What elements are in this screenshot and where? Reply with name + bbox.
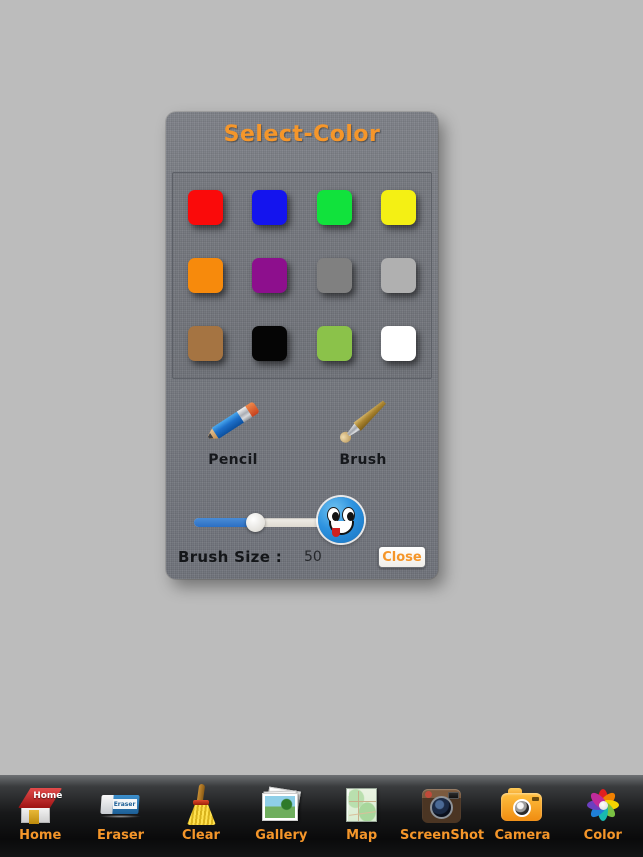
toolbar-item-camera[interactable]: Camera (482, 781, 562, 853)
brush-size-value: 50 (304, 549, 322, 565)
toolbar-item-gallery[interactable]: Gallery (241, 781, 321, 853)
color-swatch-red[interactable] (187, 189, 223, 225)
tool-brush[interactable]: Brush (318, 394, 408, 468)
color-grid-panel (172, 172, 432, 379)
broom-icon (177, 781, 225, 827)
toolbar-label-home: Home (19, 828, 62, 843)
brush-size-row: Brush Size : 50 (178, 546, 398, 568)
select-color-dialog: Select-Color Pencil Brush Brush Size: 5… (166, 112, 438, 579)
toolbar-label-camera: Camera (494, 828, 551, 843)
color-swatch-black[interactable] (252, 326, 288, 362)
toolbar-label-screenshot: ScreenShot (400, 828, 485, 843)
color-swatch-brown[interactable] (187, 326, 223, 362)
eraser-icon: Eraser (97, 781, 145, 827)
toolbar-item-color[interactable]: Color (563, 781, 643, 853)
brush-size-slider[interactable] (194, 513, 329, 532)
close-button-label: Close (382, 549, 422, 565)
toolbar-label-eraser: Eraser (97, 828, 145, 843)
toolbar-label-gallery: Gallery (255, 828, 308, 843)
bottom-toolbar: Home Home Eraser Eraser Clear Gallery Map… (0, 775, 643, 857)
pencil-icon (188, 394, 278, 450)
photo-stack-icon (257, 781, 305, 827)
dialog-title: Select-Color (223, 122, 381, 147)
toolbar-item-clear[interactable]: Clear (161, 781, 241, 853)
toolbar-item-map[interactable]: Map (322, 781, 402, 853)
color-grid (173, 173, 431, 378)
tool-pencil-label: Pencil (208, 452, 258, 468)
toolbar-item-home[interactable]: Home Home (0, 781, 80, 853)
slider-row (194, 510, 409, 536)
color-swatch-light-gray[interactable] (381, 257, 417, 293)
toolbar-item-eraser[interactable]: Eraser Eraser (81, 781, 161, 853)
color-swatch-dark-gray[interactable] (316, 257, 352, 293)
smiley-tongue-icon (332, 528, 340, 537)
color-swatch-white[interactable] (381, 326, 417, 362)
house-icon: Home (16, 781, 64, 827)
close-button[interactable]: Close (378, 546, 426, 568)
tool-brush-label: Brush (339, 452, 387, 468)
toolbar-label-clear: Clear (181, 828, 220, 843)
color-swatch-yellow[interactable] (381, 189, 417, 225)
color-swatch-blue[interactable] (252, 189, 288, 225)
brush-size-label: Brush Size : (178, 548, 283, 566)
tool-pencil[interactable]: Pencil (188, 394, 278, 468)
toolbar-item-screenshot[interactable]: ScreenShot (400, 781, 485, 853)
brush-preview-smiley-icon[interactable] (318, 497, 364, 543)
vintage-camera-icon (418, 781, 466, 827)
color-swatch-green[interactable] (316, 189, 352, 225)
color-swatch-orange[interactable] (187, 257, 223, 293)
camera-icon (498, 781, 546, 827)
toolbar-label-map: Map (346, 828, 378, 843)
color-swatch-olive-green[interactable] (316, 326, 352, 362)
toolbar-label-color: Color (583, 828, 622, 843)
color-swatch-purple[interactable] (252, 257, 288, 293)
slider-thumb[interactable] (245, 513, 265, 532)
color-pinwheel-icon (579, 781, 627, 827)
map-icon (338, 781, 386, 827)
brush-icon (318, 394, 408, 450)
